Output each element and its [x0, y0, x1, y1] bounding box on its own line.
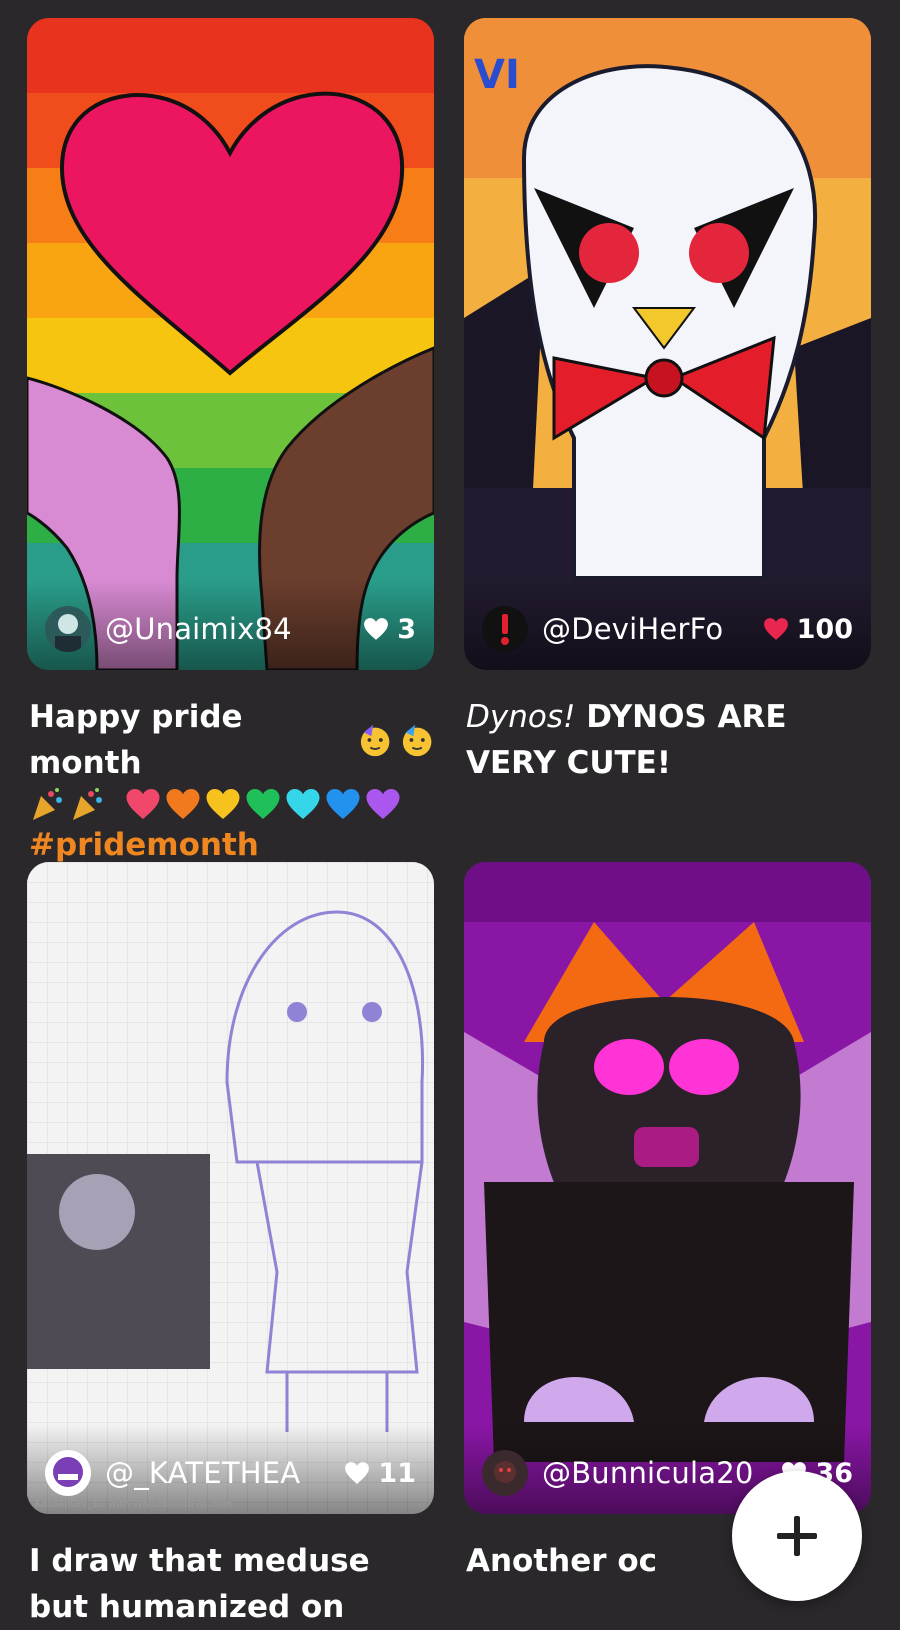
heart-icon[interactable] — [763, 617, 789, 641]
sketch-artwork — [27, 862, 434, 1514]
red-heart-emoji-icon — [126, 789, 160, 819]
oc-artwork — [464, 862, 871, 1514]
caption-text: I draw that meduse but humanized on — [29, 1543, 370, 1625]
post-caption[interactable]: I draw that meduse but humanized on — [27, 1538, 434, 1630]
post-card[interactable]: @Unaimix84 3 Happy pride month #pridemon… — [27, 18, 434, 914]
caption-italic-text: Dynos! — [466, 699, 576, 735]
partying-face-emoji-icon — [360, 724, 389, 757]
character-artwork: VI — [464, 18, 871, 670]
partying-face-emoji-icon — [402, 724, 432, 757]
light-blue-heart-emoji-icon — [286, 789, 320, 819]
pride-heart-artwork — [27, 18, 434, 670]
author-handle[interactable]: @Unaimix84 — [105, 612, 349, 646]
post-caption[interactable]: Dynos! DYNOS ARE VERY CUTE! — [464, 694, 871, 786]
post-card[interactable]: VI @DeviHerFo 100 Dynos! DYNOS ARE VERY … — [464, 18, 871, 786]
post-author[interactable]: @_KATETHEA 11 — [45, 1450, 416, 1496]
like-count[interactable]: 11 — [344, 1458, 416, 1489]
post-thumbnail[interactable]: @Bunnicula20 36 — [464, 862, 871, 1514]
like-count[interactable]: 100 — [763, 614, 853, 645]
likes-value: 3 — [397, 613, 416, 645]
like-count[interactable]: 3 — [363, 614, 416, 645]
emoji-row — [29, 786, 434, 822]
post-grid: @Unaimix84 3 Happy pride month #pridemon… — [0, 0, 900, 1630]
create-post-button[interactable] — [732, 1471, 862, 1601]
post-thumbnail[interactable]: VI @DeviHerFo 100 — [464, 18, 871, 670]
party-popper-emoji-icon — [33, 788, 62, 820]
blue-heart-emoji-icon — [326, 789, 360, 819]
likes-value: 100 — [796, 613, 853, 645]
green-heart-emoji-icon — [246, 789, 280, 819]
caption-text: Another oc — [466, 1543, 658, 1579]
post-card[interactable]: KateAoOni_10 with WhiteboardFox.com @_KA… — [27, 862, 434, 1630]
author-handle[interactable]: @Bunnicula20 — [542, 1456, 767, 1490]
heart-icon[interactable] — [363, 617, 389, 641]
post-author[interactable]: @DeviHerFo 100 — [482, 606, 853, 652]
watermark-text: KateAoOni_10 with WhiteboardFox.com — [35, 1499, 233, 1510]
caption-text: Happy pride month — [29, 699, 243, 781]
avatar[interactable] — [482, 1450, 528, 1496]
svg-text:VI: VI — [474, 52, 520, 98]
avatar[interactable] — [45, 606, 91, 652]
yellow-heart-emoji-icon — [206, 789, 240, 819]
party-popper-emoji-icon — [73, 788, 102, 820]
author-handle[interactable]: @_KATETHEA — [105, 1456, 330, 1490]
post-thumbnail[interactable]: @Unaimix84 3 — [27, 18, 434, 670]
likes-value: 11 — [378, 1457, 416, 1489]
heart-icon[interactable] — [344, 1461, 370, 1485]
post-author[interactable]: @Unaimix84 3 — [45, 606, 416, 652]
post-thumbnail[interactable]: KateAoOni_10 with WhiteboardFox.com @_KA… — [27, 862, 434, 1514]
author-handle[interactable]: @DeviHerFo — [542, 612, 749, 646]
purple-heart-emoji-icon — [366, 789, 400, 819]
plus-icon — [777, 1516, 817, 1556]
avatar[interactable] — [482, 606, 528, 652]
avatar[interactable] — [45, 1450, 91, 1496]
orange-heart-emoji-icon — [166, 789, 200, 819]
